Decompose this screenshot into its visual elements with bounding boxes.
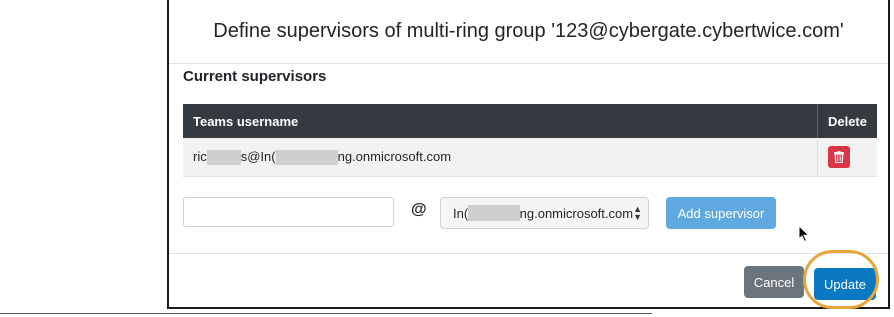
select-arrows-icon: ▲ ▼: [633, 204, 642, 222]
username-text-mid: s@In(: [240, 148, 276, 164]
supervisors-table: Teams username Delete ric s@In( ng.onmicro…: [183, 104, 877, 177]
cancel-button[interactable]: Cancel: [744, 266, 804, 298]
domain-text-start: In(: [453, 205, 469, 221]
divider-line: [0, 313, 652, 314]
highlight-circle: [803, 250, 879, 309]
delete-cell: [816, 138, 877, 177]
modal-header: Define supervisors of multi-ring group '…: [169, 0, 888, 64]
domain-text-end: ng.onmicrosoft.com: [519, 205, 634, 221]
redacted-block: [275, 150, 338, 166]
redacted-block: [206, 150, 241, 166]
column-header-username: Teams username: [183, 104, 818, 138]
username-text-end: ng.onmicrosoft.com: [337, 148, 452, 164]
username-text-start: ric: [193, 148, 207, 164]
delete-supervisor-button[interactable]: [827, 146, 850, 168]
username-cell: ric s@In( ng.onmicrosoft.com: [183, 138, 818, 177]
table-header-row: Teams username Delete: [183, 104, 877, 138]
username-input[interactable]: [183, 197, 394, 227]
section-title: Current supervisors: [183, 68, 327, 85]
mouse-pointer-icon: [798, 225, 810, 243]
at-sign: @: [411, 201, 427, 218]
add-supervisor-button[interactable]: Add supervisor: [666, 197, 776, 229]
redacted-block: [468, 205, 520, 221]
supervisors-modal: Define supervisors of multi-ring group '…: [167, 0, 890, 309]
footer-divider: [169, 253, 888, 254]
modal-title: Define supervisors of multi-ring group '…: [213, 20, 844, 42]
table-row: ric s@In( ng.onmicrosoft.com: [183, 138, 877, 177]
trash-icon: [833, 151, 844, 163]
domain-select[interactable]: In( ng.onmicrosoft.com ▲ ▼: [440, 197, 649, 229]
column-header-delete: Delete: [816, 104, 877, 138]
